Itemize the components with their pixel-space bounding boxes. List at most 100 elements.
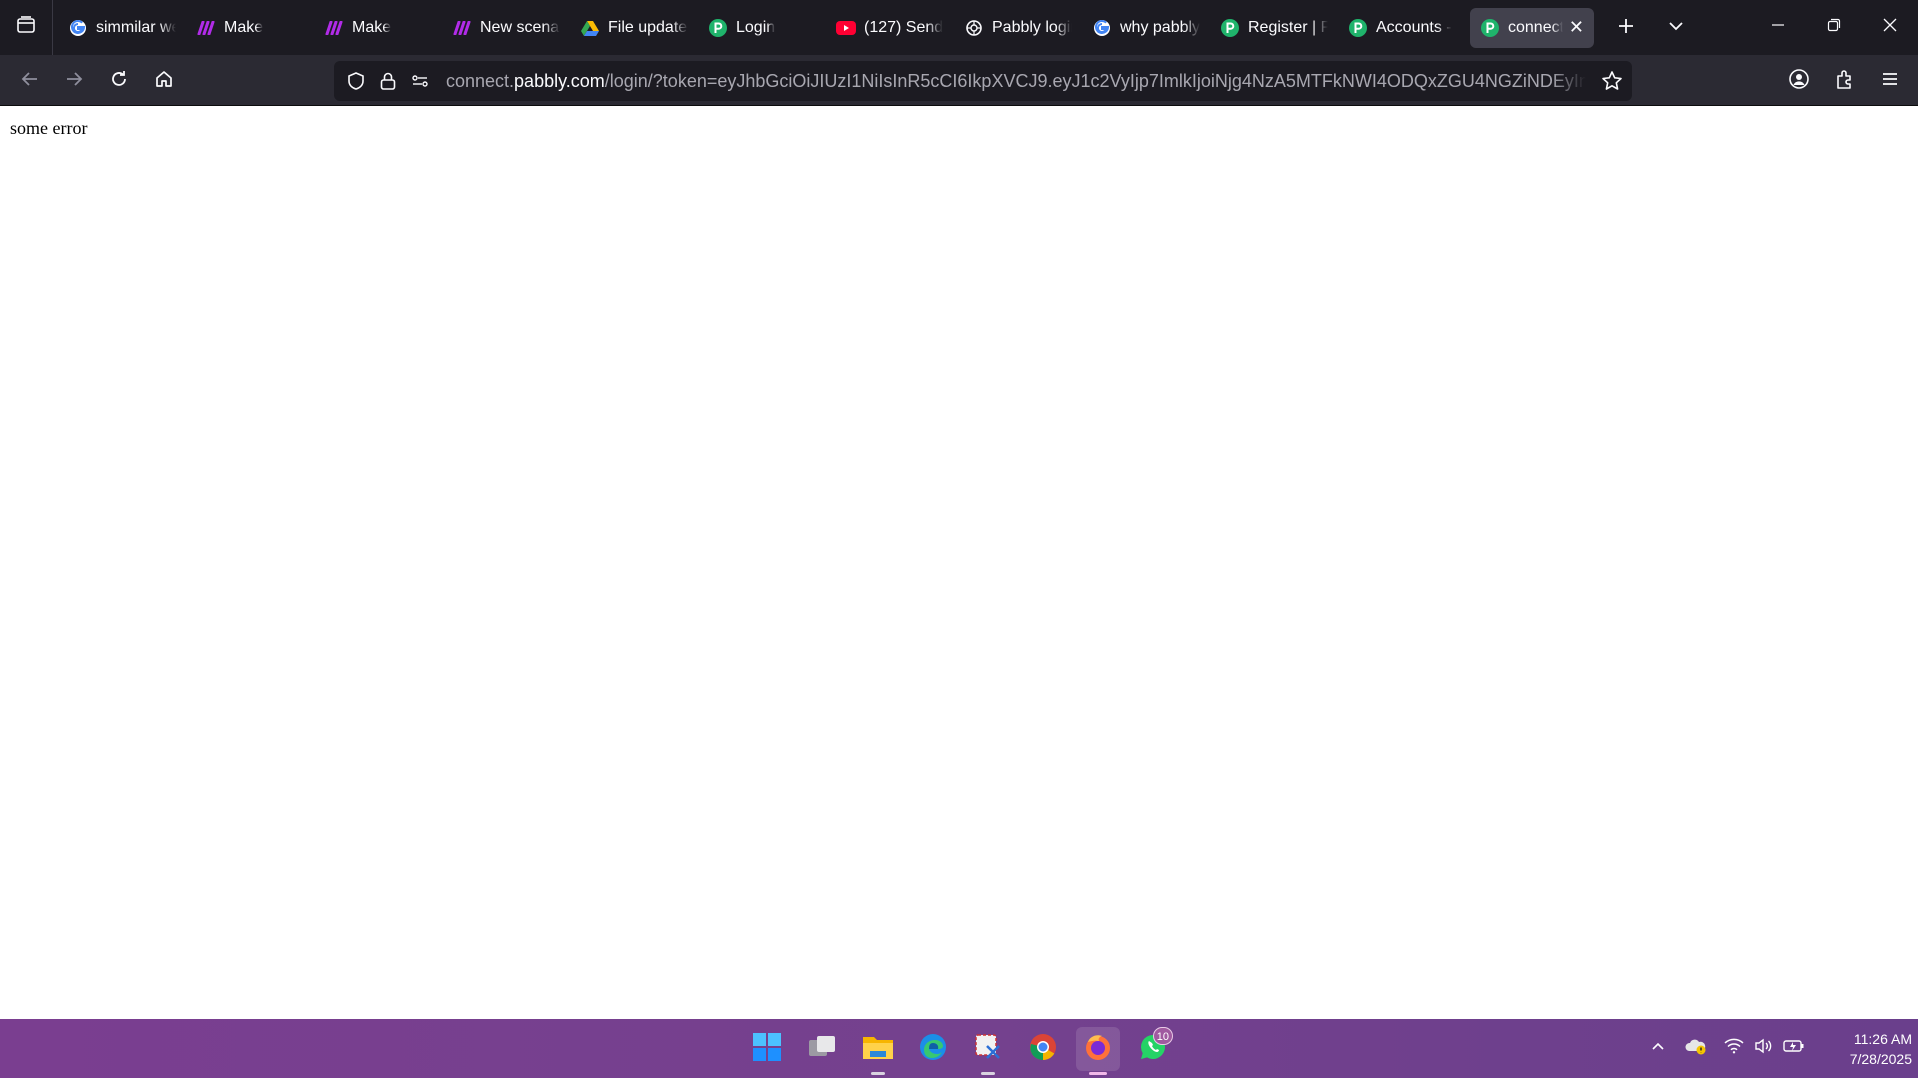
close-icon <box>1883 18 1897 37</box>
url-domain: pabbly.com <box>514 71 605 91</box>
pabbly-icon <box>1220 18 1240 38</box>
chrome-icon <box>1028 1032 1058 1067</box>
tab-new-scenario[interactable]: New scenario <box>442 8 570 48</box>
tab-connect-pabbly-active[interactable]: connect.pabbly.com ✕ <box>1470 7 1594 48</box>
notification-badge: 10 <box>1152 1027 1173 1045</box>
tab-simmilar-website[interactable]: simmilar website <box>58 8 186 48</box>
address-bar[interactable]: connect.pabbly.com/login/?token=eyJhbGci… <box>334 61 1632 101</box>
google-icon <box>1092 18 1112 38</box>
tab-title: Login <box>736 18 776 36</box>
pabbly-icon <box>708 18 728 38</box>
google-icon <box>68 18 88 38</box>
tab-strip: simmilar website Make Make New scenario … <box>0 0 1918 55</box>
tab-title: Accounts - <box>1376 18 1452 36</box>
speaker-icon <box>1754 1038 1774 1059</box>
account-button[interactable] <box>1781 63 1817 99</box>
tab-title: Make <box>224 18 264 36</box>
list-all-tabs-button[interactable] <box>1658 8 1694 48</box>
back-button[interactable] <box>12 63 48 99</box>
tab-youtube-send[interactable]: (127) Send <box>826 8 954 48</box>
menu-button[interactable] <box>1872 63 1908 99</box>
minimize-button[interactable] <box>1750 0 1806 55</box>
windows-start-icon <box>752 1032 782 1067</box>
taskbar-clock[interactable]: 11:26 AM 7/28/2025 <box>1818 1029 1912 1069</box>
battery-charging-icon <box>1783 1039 1805 1058</box>
start-button[interactable] <box>745 1027 789 1071</box>
task-view-button[interactable] <box>800 1027 844 1071</box>
show-hidden-icons-button[interactable] <box>1643 1019 1673 1078</box>
running-indicator <box>871 1072 885 1075</box>
tab-make-2[interactable]: Make <box>314 8 442 48</box>
make-icon <box>452 18 472 38</box>
google-drive-icon <box>580 18 600 38</box>
restore-button[interactable] <box>1806 0 1862 55</box>
onedrive-tray-button[interactable] <box>1681 1019 1711 1078</box>
chrome-button[interactable] <box>1021 1027 1065 1071</box>
pabbly-icon <box>1348 18 1368 38</box>
chatgpt-icon <box>964 18 984 38</box>
tab-register-pabbly[interactable]: Register | Pabbly <box>1210 8 1338 48</box>
arrow-right-icon <box>64 69 84 94</box>
url-text[interactable]: connect.pabbly.com/login/?token=eyJhbGci… <box>446 61 1586 101</box>
tab-title: (127) Send <box>864 18 944 36</box>
home-button[interactable] <box>146 63 182 99</box>
extensions-button[interactable] <box>1827 63 1863 99</box>
chevron-down-icon <box>1667 17 1685 40</box>
tab-why-pabbly[interactable]: why pabbly <box>1082 8 1210 48</box>
windows-taskbar: 10 11:26 AM 7/28/2025 <box>0 1019 1918 1078</box>
edge-icon <box>918 1032 948 1067</box>
tab-pabbly-login[interactable]: Pabbly login <box>954 8 1082 48</box>
task-view-icon <box>807 1034 837 1065</box>
firefox-view-icon <box>16 15 36 40</box>
firefox-icon <box>1083 1032 1113 1067</box>
account-icon <box>1788 68 1810 95</box>
tab-title: File updated <box>608 18 688 36</box>
edge-button[interactable] <box>911 1027 955 1071</box>
firefox-view-button[interactable] <box>0 0 53 55</box>
tab-title: New scenario <box>480 18 560 36</box>
battery-tray-button[interactable] <box>1780 1019 1808 1078</box>
restore-icon <box>1827 18 1841 37</box>
url-path: /login/?token=eyJhbGciOiJIUzI1NiIsInR5cC… <box>604 71 1586 91</box>
tab-accounts[interactable]: Accounts - <box>1338 8 1466 48</box>
tab-title: simmilar website <box>96 18 176 36</box>
active-indicator <box>1089 1072 1107 1075</box>
clock-date: 7/28/2025 <box>1849 1051 1912 1067</box>
close-tab-icon[interactable]: ✕ <box>1569 17 1584 38</box>
file-explorer-icon <box>862 1033 894 1066</box>
minimize-icon <box>1771 18 1785 37</box>
tab-login[interactable]: Login <box>698 8 826 48</box>
reload-button[interactable] <box>101 63 137 99</box>
new-tab-button[interactable] <box>1608 8 1644 48</box>
wifi-icon <box>1724 1038 1744 1059</box>
tab-title: Pabbly login <box>992 18 1072 36</box>
youtube-icon <box>836 18 856 38</box>
tab-make-1[interactable]: Make <box>186 8 314 48</box>
forward-button[interactable] <box>56 63 92 99</box>
bookmark-star-icon[interactable] <box>1600 69 1624 93</box>
url-prefix: connect. <box>446 71 515 91</box>
arrow-left-icon <box>20 69 40 94</box>
close-window-button[interactable] <box>1862 0 1918 55</box>
page-content: some error <box>0 106 1918 1019</box>
navigation-toolbar: connect.pabbly.com/login/?token=eyJhbGci… <box>0 55 1918 106</box>
tracking-protection-shield-icon[interactable] <box>344 69 368 93</box>
file-explorer-button[interactable] <box>856 1027 900 1075</box>
reload-icon <box>109 69 129 94</box>
puzzle-icon <box>1834 68 1856 95</box>
snipping-tool-button[interactable] <box>966 1027 1010 1075</box>
hamburger-menu-icon <box>1880 69 1900 94</box>
tab-title: why pabbly <box>1120 18 1200 36</box>
permissions-icon[interactable] <box>408 69 432 93</box>
error-message: some error <box>10 118 88 138</box>
lock-icon[interactable] <box>376 69 400 93</box>
wifi-tray-button[interactable] <box>1720 1019 1748 1078</box>
volume-tray-button[interactable] <box>1750 1019 1778 1078</box>
tab-title: connect.pabbly.com <box>1508 18 1563 36</box>
home-icon <box>154 69 174 94</box>
tab-file-updated[interactable]: File updated <box>570 8 698 48</box>
snipping-tool-icon <box>973 1032 1003 1067</box>
firefox-button[interactable] <box>1076 1027 1120 1075</box>
whatsapp-button[interactable]: 10 <box>1131 1027 1175 1071</box>
plus-icon <box>1617 17 1635 40</box>
